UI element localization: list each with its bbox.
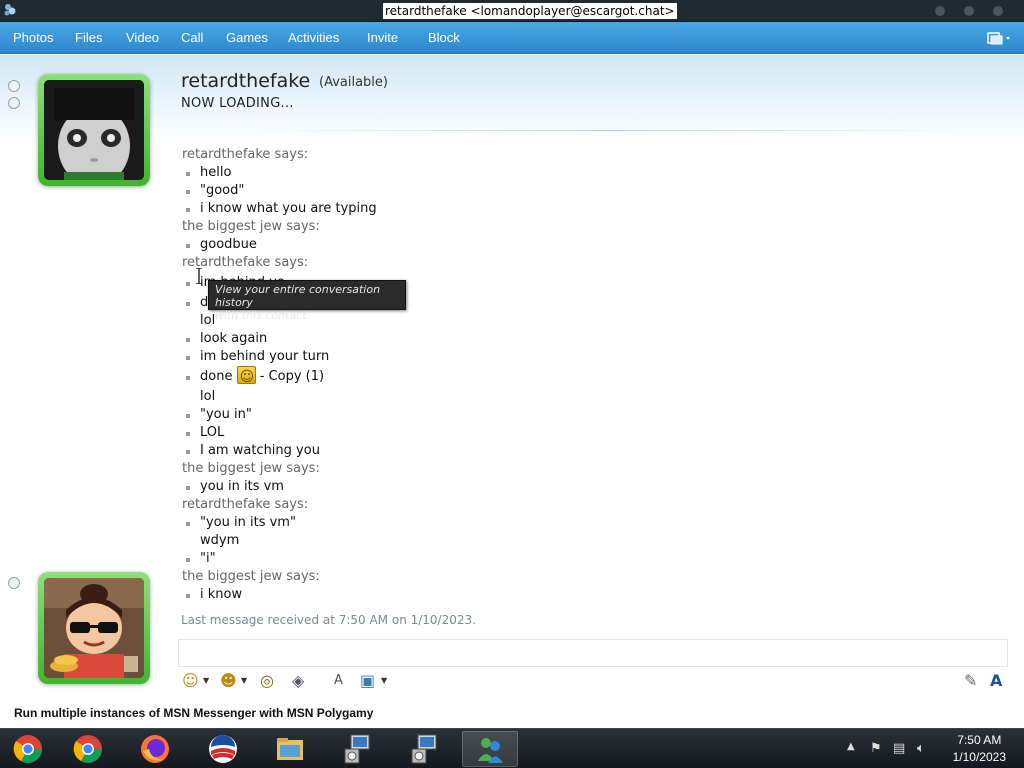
message-with-emoticon: done - Copy (1)	[182, 366, 882, 388]
window-title: retardthefake <lomandoplayer@escargot.ch…	[383, 3, 677, 19]
sender-line: retardthefake says:	[182, 497, 309, 512]
menu-files[interactable]: Files	[75, 22, 102, 54]
msn-messenger-icon[interactable]	[462, 731, 518, 767]
chrome-icon[interactable]	[60, 731, 116, 767]
my-avatar[interactable]	[38, 572, 150, 684]
contact-card-icon[interactable]	[8, 97, 20, 109]
emoticon-dropdown-icon[interactable]: ▼	[203, 671, 209, 691]
action-center-flag-icon[interactable]: ⚑	[870, 741, 882, 756]
message: i know what you are typing	[182, 200, 882, 218]
wink-icon[interactable]: ☻	[220, 671, 237, 691]
contact-name: retardthefake	[181, 70, 311, 92]
message: goodbue	[182, 236, 882, 254]
sender-line: the biggest jew says:	[182, 461, 320, 476]
header-background	[0, 55, 1024, 145]
header-divider	[260, 130, 960, 131]
voice-clip-icon[interactable]: ◈	[292, 671, 304, 691]
message-input[interactable]	[179, 640, 1007, 666]
file-manager-icon[interactable]	[262, 731, 318, 767]
nudge-icon[interactable]: ◎	[260, 671, 274, 691]
ad-text[interactable]: Run multiple instances of MSN Messenger …	[14, 706, 373, 720]
history-tooltip: View your entire conversation history wi…	[208, 280, 406, 322]
msn-app-icon[interactable]	[2, 2, 18, 18]
personal-message: NOW LOADING...	[181, 96, 294, 111]
volume-icon[interactable]: 🔈︎	[917, 741, 925, 756]
pale-face-picture	[44, 80, 144, 180]
message: look again	[182, 330, 882, 348]
background-icon[interactable]: ▣	[360, 671, 375, 691]
message-continuation: wdym	[200, 533, 240, 548]
obama-icon[interactable]	[195, 731, 251, 767]
message-input-box[interactable]	[178, 639, 1008, 667]
wink-dropdown-icon[interactable]: ▼	[241, 671, 247, 691]
message: "you in"	[182, 406, 882, 424]
menu-video[interactable]: Video	[126, 22, 159, 54]
message: i know	[182, 586, 882, 604]
message-continuation: lol	[200, 389, 216, 404]
background-dropdown-icon[interactable]: ▼	[381, 671, 387, 691]
menu-photos[interactable]: Photos	[13, 22, 53, 54]
last-message-status: Last message received at 7:50 AM on 1/10…	[181, 613, 476, 627]
message: I am watching you	[182, 442, 882, 460]
message: you in its vm	[182, 478, 882, 496]
spell-check-icon[interactable]: A	[334, 671, 343, 691]
sender-line: the biggest jew says:	[182, 219, 320, 234]
font-icon[interactable]: A	[990, 671, 1002, 691]
text-cursor-icon	[196, 268, 202, 284]
tooltip-line-1: View your entire conversation history	[215, 283, 381, 309]
sender-line: the biggest jew says:	[182, 569, 320, 584]
msn-installer-icon-2[interactable]	[396, 731, 452, 767]
smiley-emoticon-icon	[236, 366, 256, 388]
message: hello	[182, 164, 882, 182]
menu-activities[interactable]: Activities	[288, 22, 339, 54]
collapse-my-picture-icon[interactable]	[8, 577, 20, 589]
message: "i"	[182, 550, 882, 568]
clock-date: 1/10/2023	[952, 750, 1006, 764]
contact-status: (Available)	[319, 75, 388, 90]
message-text: done	[200, 369, 233, 384]
minimize-button[interactable]	[935, 6, 945, 16]
system-clock[interactable]: 7:50 AM 1/10/2023	[953, 732, 1006, 766]
emoticon-smile-icon[interactable]: ☺	[182, 671, 199, 691]
message: "you in its vm"	[182, 514, 882, 532]
contact-avatar[interactable]	[38, 74, 150, 186]
options-menu-icon[interactable]	[986, 30, 1012, 46]
menu-invite[interactable]: Invite	[367, 22, 398, 54]
sender-line: retardthefake says:	[182, 255, 309, 270]
message-text-after: - Copy (1)	[259, 369, 325, 384]
action-menu-bar: Photos Files Video Call Games Activities…	[0, 22, 1024, 54]
menu-block[interactable]: Block	[428, 22, 460, 54]
menu-call[interactable]: Call	[181, 22, 203, 54]
chromium-icon[interactable]	[0, 731, 56, 767]
menu-games[interactable]: Games	[226, 22, 268, 54]
compose-toolbar: ☺ ▼ ☻ ▼ ◎ ◈ A ▣ ▼ ✎ A	[178, 669, 1008, 693]
cartoon-character-picture	[44, 578, 144, 678]
clock-time: 7:50 AM	[957, 733, 1002, 747]
message: LOL	[182, 424, 882, 442]
msn-installer-icon[interactable]	[329, 731, 385, 767]
show-hidden-icons-icon[interactable]: ▲	[847, 741, 855, 752]
close-button[interactable]	[993, 6, 1003, 16]
message: "good"	[182, 182, 882, 200]
message: im behind your turn	[182, 348, 882, 366]
sender-line: retardthefake says:	[182, 147, 309, 162]
tooltip-line-2: with this contact	[215, 309, 307, 322]
network-icon[interactable]: ▤	[893, 741, 905, 756]
taskbar: ▲ ⚑ ▤ 🔈︎ 7:50 AM 1/10/2023	[0, 728, 1024, 768]
maximize-button[interactable]	[964, 6, 974, 16]
firefox-icon[interactable]	[127, 731, 183, 767]
collapse-contact-picture-icon[interactable]	[8, 80, 20, 92]
handwriting-icon[interactable]: ✎	[964, 671, 977, 691]
ad-bar: Run multiple instances of MSN Messenger …	[0, 701, 1024, 727]
title-bar: retardthefake <lomandoplayer@escargot.ch…	[0, 0, 1024, 22]
conversation-history[interactable]: retardthefake says: hello "good" i know …	[182, 146, 882, 604]
